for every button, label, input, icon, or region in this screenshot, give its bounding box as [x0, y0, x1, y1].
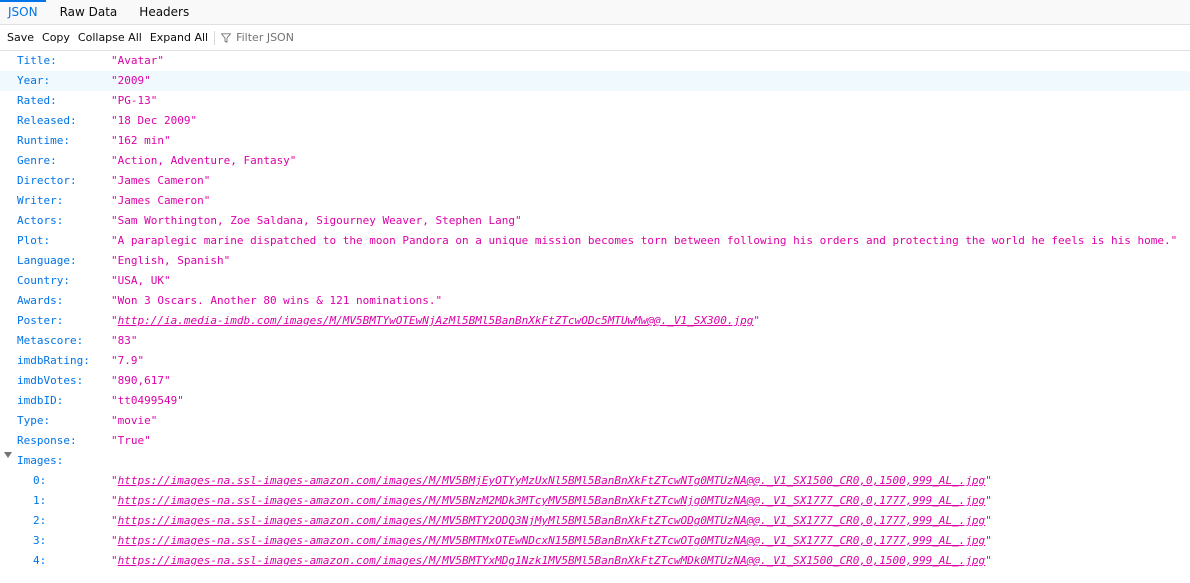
json-value: "James Cameron" [111, 194, 211, 207]
json-row[interactable]: Title: "Avatar" [0, 51, 1190, 71]
expand-triangle-icon[interactable] [4, 452, 12, 458]
json-key: imdbID: [17, 394, 64, 407]
json-row[interactable]: Actors: "Sam Worthington, Zoe Saldana, Si… [0, 211, 1190, 231]
json-key: Metascore: [17, 334, 84, 347]
json-url-link[interactable]: https://images-na.ssl-images-amazon.com/… [118, 554, 986, 567]
tab-json[interactable]: JSON [0, 0, 52, 24]
filter-box[interactable] [219, 31, 537, 44]
json-key-label: Images: [17, 454, 64, 467]
json-key: Director: [17, 174, 77, 187]
json-row[interactable]: imdbVotes: "890,617" [0, 371, 1190, 391]
json-row-image-item[interactable]: 3: "https://images-na.ssl-images-amazon.c… [0, 531, 1190, 551]
json-row[interactable]: Metascore: "83" [0, 331, 1190, 351]
json-key: 3: [33, 534, 47, 547]
json-key: Response: [17, 434, 77, 447]
json-row[interactable]: Language: "English, Spanish" [0, 251, 1190, 271]
collapse-all-button[interactable]: Collapse All [74, 31, 146, 44]
json-key: Type: [17, 414, 51, 427]
json-key: imdbRating: [17, 354, 90, 367]
json-key: Language: [17, 254, 77, 267]
json-row-images[interactable]: Images: [0, 451, 1190, 471]
json-row[interactable]: Response: "True" [0, 431, 1190, 451]
expand-all-button[interactable]: Expand All [146, 31, 212, 44]
filter-icon [221, 32, 232, 43]
json-value: "18 Dec 2009" [111, 114, 198, 127]
json-value: "movie" [111, 414, 158, 427]
json-value: "A paraplegic marine dispatched to the m… [111, 234, 1178, 247]
json-key: Awards: [17, 294, 64, 307]
json-row[interactable]: Rated: "PG-13" [0, 91, 1190, 111]
json-value: "Avatar" [111, 54, 164, 67]
json-key: Year: [17, 74, 51, 87]
json-key: Actors: [17, 214, 64, 227]
json-row[interactable]: imdbRating: "7.9" [0, 351, 1190, 371]
json-url-link[interactable]: http://ia.media-imdb.com/images/M/MV5BMT… [118, 314, 754, 327]
json-key: Plot: [17, 234, 51, 247]
json-value: "Sam Worthington, Zoe Saldana, Sigourney… [111, 214, 522, 227]
json-value: "PG-13" [111, 94, 158, 107]
json-value: "https://images-na.ssl-images-amazon.com… [111, 514, 992, 527]
json-row[interactable]: Type: "movie" [0, 411, 1190, 431]
json-key: Poster: [17, 314, 64, 327]
json-key: Rated: [17, 94, 57, 107]
json-value: "2009" [111, 74, 151, 87]
json-key: Genre: [17, 154, 57, 167]
json-key: 1: [33, 494, 47, 507]
json-value: "USA, UK" [111, 274, 171, 287]
save-button[interactable]: Save [3, 31, 38, 44]
json-url-link[interactable]: https://images-na.ssl-images-amazon.com/… [118, 534, 986, 547]
json-value: "http://ia.media-imdb.com/images/M/MV5BM… [111, 314, 761, 327]
json-row[interactable]: Plot: "A paraplegic marine dispatched to … [0, 231, 1190, 251]
json-value: "890,617" [111, 374, 171, 387]
json-value: "https://images-na.ssl-images-amazon.com… [111, 494, 992, 507]
json-row[interactable]: Genre: "Action, Adventure, Fantasy" [0, 151, 1190, 171]
json-key: Images: [0, 451, 111, 471]
json-row-image-item[interactable]: 1: "https://images-na.ssl-images-amazon.c… [0, 491, 1190, 511]
json-row[interactable]: Released: "18 Dec 2009" [0, 111, 1190, 131]
toolbar-divider [214, 30, 216, 45]
copy-button[interactable]: Copy [38, 31, 74, 44]
json-value: "https://images-na.ssl-images-amazon.com… [111, 534, 992, 547]
tab-headers[interactable]: Headers [131, 0, 203, 24]
json-row[interactable]: Awards: "Won 3 Oscars. Another 80 wins & … [0, 291, 1190, 311]
json-value: "162 min" [111, 134, 171, 147]
json-row[interactable]: Runtime: "162 min" [0, 131, 1190, 151]
json-value: "https://images-na.ssl-images-amazon.com… [111, 474, 992, 487]
json-key: 0: [33, 474, 47, 487]
json-row-image-item[interactable]: 4: "https://images-na.ssl-images-amazon.c… [0, 551, 1190, 571]
json-value: "7.9" [111, 354, 145, 367]
json-row[interactable]: Country: "USA, UK" [0, 271, 1190, 291]
json-key: Released: [17, 114, 77, 127]
json-key: Writer: [17, 194, 64, 207]
json-row[interactable]: Writer: "James Cameron" [0, 191, 1190, 211]
json-row-image-item[interactable]: 2: "https://images-na.ssl-images-amazon.c… [0, 511, 1190, 531]
json-value: "English, Spanish" [111, 254, 231, 267]
json-value: "Won 3 Oscars. Another 80 wins & 121 nom… [111, 294, 443, 307]
json-row[interactable]: Director: "James Cameron" [0, 171, 1190, 191]
json-value: "Action, Adventure, Fantasy" [111, 154, 297, 167]
filter-json-input[interactable] [231, 31, 537, 44]
json-key: Title: [17, 54, 57, 67]
json-tree: Title: "Avatar" Year: "2009" Rated: "PG-13" Re… [0, 51, 1190, 571]
json-value: "True" [111, 434, 151, 447]
json-key: Country: [17, 274, 70, 287]
tab-raw-data[interactable]: Raw Data [52, 0, 132, 24]
json-toolbar: Save Copy Collapse All Expand All [0, 25, 1190, 51]
json-url-link[interactable]: https://images-na.ssl-images-amazon.com/… [118, 514, 986, 527]
json-url-link[interactable]: https://images-na.ssl-images-amazon.com/… [118, 494, 986, 507]
json-row-image-item[interactable]: 0: "https://images-na.ssl-images-amazon.c… [0, 471, 1190, 491]
json-url-link[interactable]: https://images-na.ssl-images-amazon.com/… [118, 474, 986, 487]
json-row[interactable]: imdbID: "tt0499549" [0, 391, 1190, 411]
json-value: "https://images-na.ssl-images-amazon.com… [111, 554, 992, 567]
json-row[interactable]: Poster: "http://ia.media-imdb.com/images/… [0, 311, 1190, 331]
json-key: Runtime: [17, 134, 70, 147]
json-row[interactable]: Year: "2009" [0, 71, 1190, 91]
json-key: 4: [33, 554, 47, 567]
json-value: "83" [111, 334, 138, 347]
json-key: 2: [33, 514, 47, 527]
json-value: "James Cameron" [111, 174, 211, 187]
json-value: "tt0499549" [111, 394, 184, 407]
viewer-tabbar: JSON Raw Data Headers [0, 0, 1190, 25]
json-key: imdbVotes: [17, 374, 84, 387]
